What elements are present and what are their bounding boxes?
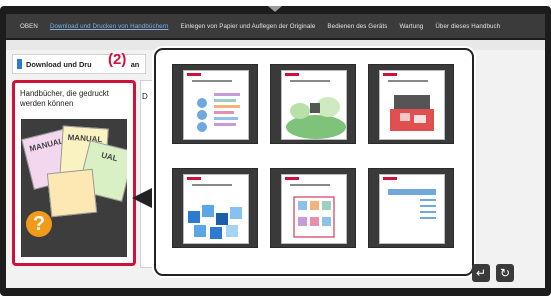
nav-item-oben[interactable]: OBEN — [20, 23, 38, 30]
printable-manuals-card[interactable]: Handbücher, die gedruckt werden können M… — [12, 80, 136, 266]
manual-cover — [183, 70, 249, 140]
back-button[interactable]: ↵ — [472, 264, 490, 282]
manual-preview-bubble — [154, 48, 474, 276]
manual-cover — [379, 174, 445, 244]
manual-cover — [183, 174, 249, 244]
partial-card-text: D — [142, 92, 148, 101]
device-frame: OBEN Download und Drucken von Handbücher… — [0, 6, 551, 296]
cover-form-icon — [388, 189, 436, 219]
manual-thumbnail[interactable] — [368, 168, 454, 248]
nav-item-download[interactable]: Download und Drucken von Handbüchern — [50, 23, 169, 30]
page-title-text: Download und Dru — [26, 59, 92, 69]
cover-photo-icon — [390, 95, 434, 131]
top-navigation: OBEN Download und Drucken von Handbücher… — [6, 14, 545, 38]
cover-scene-icon — [286, 97, 346, 139]
cover-grid-icon — [293, 196, 335, 238]
page-title-suffix: an — [130, 59, 140, 69]
nav-item-operate[interactable]: Bedienen des Geräts — [327, 23, 387, 30]
nav-item-maintenance[interactable]: Wartung — [399, 23, 423, 30]
manual-sheet-blank — [46, 168, 98, 218]
manual-cover — [281, 174, 347, 244]
manual-thumbnail[interactable] — [270, 168, 356, 248]
manual-thumbnail[interactable] — [368, 64, 454, 144]
pointer-notch-icon — [268, 6, 282, 12]
refresh-button[interactable]: ↻ — [496, 264, 514, 282]
nav-item-about[interactable]: Über dieses Handbuch — [435, 23, 500, 30]
help-icon: ? — [26, 211, 52, 237]
tab-marker — [17, 59, 22, 69]
step-label: (2) — [108, 51, 127, 68]
manual-thumbnail[interactable] — [172, 168, 258, 248]
manual-cover — [281, 70, 347, 140]
card-title: Handbücher, die gedruckt werden können — [20, 89, 109, 108]
manual-thumbnail[interactable] — [172, 64, 258, 144]
cover-chart-icon — [197, 93, 240, 132]
cover-pattern-icon — [188, 205, 242, 239]
manual-cover — [379, 70, 445, 140]
callout-pointer — [132, 186, 156, 210]
nav-item-paper[interactable]: Einlegen von Papier und Auflegen der Ori… — [180, 23, 315, 30]
manuals-illustration: MANUAL MANUAL UAL ? — [21, 119, 127, 257]
main-screen: Download und Dru an (2) D Handbücher, di… — [6, 40, 545, 288]
manual-thumbnail[interactable] — [270, 64, 356, 144]
